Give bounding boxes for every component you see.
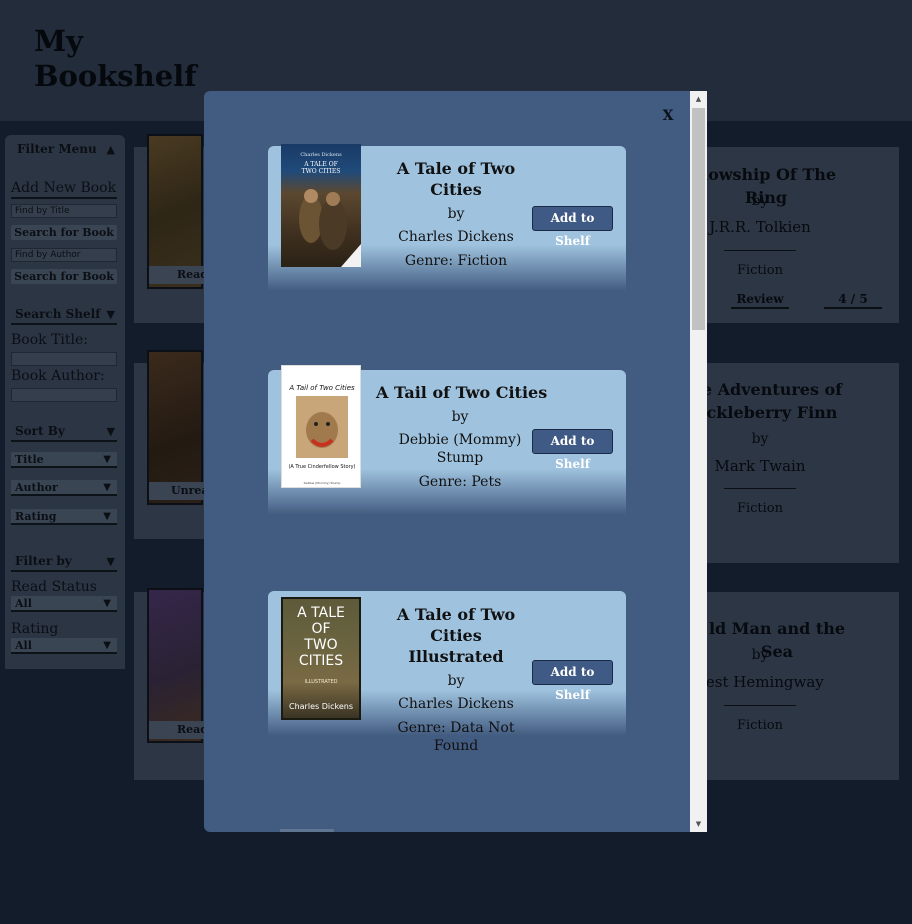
search-by-title-button[interactable]: Search for Book [11,225,117,240]
book-title: e Adventures of ckleberry Finn [701,380,843,422]
cover-title-text: A TALE OF [303,161,338,168]
by-label: by [447,673,465,689]
book-author-label: Book Author: [11,368,105,384]
find-by-author-input[interactable]: Find by Author [11,248,117,262]
sort-author-select[interactable]: Author ▼ [11,480,117,496]
read-status-value: All [15,597,32,610]
cover-author-text: Debbie (Mommy) Stump [304,481,341,485]
add-to-shelf-button[interactable]: Add to Shelf [532,429,613,471]
by-label: by [451,409,469,425]
result-genre: Genre: Fiction [404,253,508,269]
cover-title-text: TWO [303,637,337,653]
cover-subtitle-text: ILLUSTRATED [304,679,337,685]
result-author: Debbie (Mommy) Stump [398,432,522,466]
book-cover-image: A TALE OF TWO CITIES ILLUSTRATED Charles… [281,597,361,720]
scroll-down-icon[interactable]: ▼ [690,816,707,832]
scroll-up-icon[interactable]: ▲ [690,91,707,107]
search-by-author-button[interactable]: Search for Book [11,269,117,284]
search-result-card: A TALE OF TWO CITIES ILLUSTRATED Charles… [268,591,626,754]
cover-author-text: Charles Dickens [289,702,353,711]
divider [724,250,796,251]
rating-display[interactable]: 4 / 5 [824,291,882,309]
search-result-card: Charles Dickens A TALE OF TWO CITIES A T… [268,144,626,291]
result-author: Charles Dickens [398,229,514,245]
divider [724,705,796,706]
read-status-label: Read Status [11,579,97,595]
close-button[interactable]: X [661,108,675,124]
book-title-input[interactable] [11,352,117,366]
book-cover-image: A Tail of Two Cities (A True Cinderfello… [281,365,361,488]
read-status-button[interactable]: Read [149,266,205,284]
site-title: My Bookshelf [34,24,197,93]
add-to-shelf-button[interactable]: Add to Shelf [532,660,613,702]
read-status-button[interactable]: Unread [149,482,205,500]
filter-sidebar: Filter Menu ▲ Add New Book Find by Title… [5,135,125,669]
result-title: A Tale of Two Cities [396,159,516,199]
sort-title-select[interactable]: Title ▼ [11,452,117,468]
sort-author-label: Author [15,481,58,494]
cover-title-text: A TALE [297,605,345,621]
book-author-input[interactable] [11,388,117,402]
shelf-book-card: e Adventures of ckleberry Finn by Mark T… [684,363,899,563]
result-genre: Genre: Pets [418,474,502,490]
book-cover-image: Charles Dickens A TALE OF TWO CITIES [281,144,361,267]
chevron-down-icon: ▼ [103,640,111,651]
result-title: A Tale of Two Cities Illustrated [396,605,516,666]
by-label: by [447,206,465,222]
review-button[interactable]: Review [731,291,789,309]
shelf-book-card: llowship Of The Ring by J.R.R. Tolkien F… [684,147,899,323]
add-new-book-label: Add New Book [11,180,117,196]
result-details: A Tail of Two Cities by Debbie (Mommy) S… [376,382,548,491]
next-result-edge [280,829,334,832]
book-cover-image[interactable] [147,588,203,743]
sort-by-heading[interactable]: Sort By [15,424,65,438]
divider [11,197,117,199]
rating-label: Rating [11,621,59,637]
chevron-down-icon: ▼ [103,511,111,522]
sort-title-label: Title [15,453,44,466]
cover-author-text: Charles Dickens [300,152,342,158]
search-result-card: A Tail of Two Cities (A True Cinderfello… [268,365,626,515]
chevron-down-icon[interactable]: ▼ [107,308,115,321]
chevron-down-icon: ▼ [103,482,111,493]
sort-rating-label: Rating [15,510,57,523]
cover-title-text: TWO CITIES [302,168,341,175]
read-status-select[interactable]: All ▼ [11,596,117,612]
collapse-arrow-icon[interactable]: ▲ [107,143,115,156]
cover-subtitle-text: (A True Cinderfellow Story) [288,464,355,470]
find-by-title-input[interactable]: Find by Title [11,204,117,218]
chevron-down-icon: ▼ [103,598,111,609]
modal-scrollbar[interactable]: ▲ ▼ [690,91,707,832]
result-details: A Tale of Two Cities Illustrated by Char… [372,604,540,755]
chevron-down-icon[interactable]: ▼ [107,425,115,438]
cover-title-text: OF [311,621,330,637]
filter-menu-heading[interactable]: Filter Menu [17,142,97,156]
read-status-button[interactable]: Read [149,721,205,739]
cover-title-text: A Tail of Two Cities [288,384,355,392]
rating-value: All [15,639,32,652]
cover-art: A TALE OF TWO CITIES ILLUSTRATED Charles… [289,605,353,711]
chevron-down-icon: ▼ [103,454,111,465]
result-title: A Tail of Two Cities [376,383,548,402]
result-details: A Tale of Two Cities by Charles Dickens … [372,158,540,270]
rating-select[interactable]: All ▼ [11,638,117,654]
divider [11,323,117,325]
add-to-shelf-button[interactable]: Add to Shelf [532,206,613,248]
shelf-book-card: ld Man and the Sea by nest Hemingway Fic… [684,592,899,780]
filter-by-heading[interactable]: Filter by [15,554,72,568]
cover-art: A Tail of Two Cities (A True Cinderfello… [288,384,355,485]
divider [724,488,796,489]
search-results-modal: X Charles Dickens A TALE OF TWO CITIES A… [204,91,707,832]
cover-title-text: CITIES [299,653,343,669]
chevron-down-icon[interactable]: ▼ [107,555,115,568]
scroll-thumb[interactable] [692,108,705,330]
result-genre: Genre: Data Not Found [397,720,515,754]
divider [11,570,117,572]
sort-rating-select[interactable]: Rating ▼ [11,509,117,525]
search-shelf-heading[interactable]: Search Shelf [15,307,100,321]
book-title-label: Book Title: [11,332,88,348]
cover-art: Charles Dickens A TALE OF TWO CITIES [299,152,361,267]
result-author: Charles Dickens [398,696,514,712]
divider [11,440,117,442]
